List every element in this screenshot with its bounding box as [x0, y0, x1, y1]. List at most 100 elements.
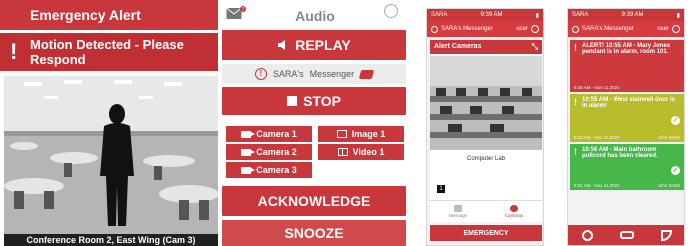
- check-icon: ✓: [671, 166, 680, 175]
- camera-count-badge: 1: [437, 185, 445, 193]
- camera-2-button[interactable]: Camera 2: [226, 144, 312, 160]
- camera-icon: [241, 130, 256, 138]
- message-card-warning[interactable]: ! 10:55 AM - West stairwell door is in a…: [570, 94, 684, 142]
- chevron-down-icon[interactable]: [531, 25, 539, 33]
- camera-icon: [241, 166, 256, 174]
- video-icon: [337, 148, 348, 156]
- audio-label: Audio: [295, 8, 335, 24]
- desktop-alert-panel: Emergency Alert ! Motion Detected - Plea…: [0, 0, 410, 246]
- message-by: John Smith: [657, 183, 680, 188]
- computer-lab-camera-image[interactable]: [430, 56, 542, 150]
- video-1-button[interactable]: Video 1: [318, 144, 404, 160]
- alert-title-text: Emergency Alert: [30, 7, 141, 23]
- phone-call-icon[interactable]: [661, 229, 673, 241]
- status-time: 9:39 AM: [480, 12, 503, 18]
- message-footer: 9:38 AM - Nov 11,2021: [574, 85, 680, 90]
- app-title: SARA's Messenger: [582, 26, 634, 32]
- camera-3-button[interactable]: Camera 3: [226, 162, 312, 178]
- tab-cameras-label: Cameras: [504, 213, 524, 218]
- conference-room-image: [4, 76, 218, 236]
- user-label: user: [657, 26, 669, 32]
- replay-label: REPLAY: [295, 37, 351, 53]
- alert-title-bar: Emergency Alert: [0, 0, 218, 30]
- logo-icon: [431, 25, 438, 33]
- battery-icon: ▮: [535, 12, 539, 19]
- acknowledge-button[interactable]: ACKNOWLEDGE: [222, 186, 406, 216]
- camera-1-label: Camera 1: [256, 129, 297, 139]
- acknowledge-label: ACKNOWLEDGE: [257, 193, 371, 209]
- stop-icon: [287, 96, 298, 106]
- snooze-label: SNOOZE: [284, 225, 344, 241]
- card-title-bar: Alert Cameras ⤡: [430, 40, 542, 54]
- brand-logo-icon: [358, 69, 375, 79]
- alert-cameras-card: Alert Cameras ⤡ Computer Lab 1 Message C…: [430, 40, 542, 222]
- bottom-nav: [568, 225, 684, 245]
- message-date: 9:33 AM - Nov 11,2021: [574, 135, 620, 140]
- menu-icon[interactable]: [384, 4, 398, 18]
- status-bar: SARA 9:39 AM ▮: [427, 9, 543, 21]
- status-carrier: SARA: [572, 12, 589, 18]
- image-1-button[interactable]: Image 1: [318, 126, 404, 142]
- phone-cameras-screen: SARA 9:39 AM ▮ SARA's Messenger user Ale…: [426, 8, 544, 246]
- exclamation-circle-icon: !: [254, 68, 267, 80]
- stop-button[interactable]: STOP: [222, 87, 406, 115]
- message-date: 9:38 AM - Nov 11,2021: [574, 85, 620, 90]
- message-card-alert[interactable]: ! ALERT! 10:55 AM - Mary Jones pendant i…: [570, 40, 684, 92]
- message-by: John Smith: [657, 135, 680, 140]
- replay-button[interactable]: REPLAY: [222, 30, 406, 60]
- camera-caption: Computer Lab: [466, 156, 506, 162]
- brand-suffix: Messenger: [309, 69, 355, 79]
- camera-2-label: Camera 2: [256, 147, 297, 157]
- stop-label: STOP: [303, 93, 341, 109]
- logo-icon: [572, 25, 579, 33]
- message-text: ALERT! 10:55 AM - Mary Jones pendant is …: [582, 43, 671, 55]
- exclamation-icon: !: [574, 147, 577, 157]
- exclamation-icon: !: [10, 39, 18, 64]
- app-header: SARA's Messenger user: [427, 21, 543, 37]
- phone-messages-screen: SARA 9:39 AM ▮ SARA's Messenger user ! A…: [567, 8, 685, 246]
- status-carrier: SARA: [431, 12, 448, 18]
- message-text: 10:56 AM - Main bathroom pullcord has be…: [582, 147, 658, 159]
- mail-badge: 7: [242, 7, 245, 13]
- card-title: Alert Cameras: [434, 43, 482, 50]
- video-1-label: Video 1: [352, 147, 385, 157]
- camera-feed-view[interactable]: [4, 76, 218, 236]
- camera-caption: Conference Room 2, East Wing (Cam 3): [4, 234, 218, 246]
- camera-1-button[interactable]: Camera 1: [226, 126, 312, 142]
- camera-3-label: Camera 3: [256, 165, 297, 175]
- alert-message-bar: ! Motion Detected - Please Respond: [0, 33, 218, 71]
- camera-icon: [241, 148, 256, 156]
- tab-message-label: Message: [448, 213, 468, 218]
- message-icon: [454, 205, 462, 212]
- chevron-down-icon[interactable]: [672, 25, 680, 33]
- check-icon: ✓: [671, 116, 680, 125]
- collapse-icon[interactable]: ⤡: [532, 42, 538, 52]
- battery-icon: ▮: [676, 12, 680, 19]
- computer-lab-image: [430, 56, 542, 150]
- exclamation-icon: !: [574, 97, 577, 107]
- emergency-label: EMERGENCY: [463, 229, 509, 237]
- message-footer: 9:31 AM - Nov 11,2021 John Smith: [574, 183, 680, 188]
- tab-message[interactable]: Message: [430, 201, 486, 222]
- speaker-icon: [278, 40, 286, 50]
- card-tabs: Message Cameras: [430, 200, 542, 222]
- mail-icon[interactable]: 7: [226, 6, 246, 20]
- camera-icon: [510, 205, 518, 212]
- tab-cameras[interactable]: Cameras: [486, 201, 542, 222]
- exclamation-icon: !: [574, 43, 577, 53]
- snooze-button[interactable]: SNOOZE: [222, 220, 406, 246]
- message-card-cleared[interactable]: ! 10:56 AM - Main bathroom pullcord has …: [570, 144, 684, 190]
- gear-icon[interactable]: [581, 229, 593, 241]
- brand-prefix: SARA's: [272, 69, 304, 79]
- user-label: user: [516, 26, 528, 32]
- emergency-button[interactable]: EMERGENCY: [430, 225, 542, 241]
- app-header: SARA's Messenger user: [568, 21, 684, 37]
- status-bar: SARA 9:39 AM ▮: [568, 9, 684, 21]
- group-icon[interactable]: [619, 231, 634, 239]
- status-time: 9:39 AM: [621, 12, 644, 18]
- image-1-label: Image 1: [351, 129, 386, 139]
- message-date: 9:31 AM - Nov 11,2021: [574, 183, 620, 188]
- alert-message-text: Motion Detected - Please Respond: [30, 37, 184, 67]
- brand-bar: ! SARA's Messenger: [222, 64, 406, 84]
- app-title: SARA's Messenger: [441, 26, 493, 32]
